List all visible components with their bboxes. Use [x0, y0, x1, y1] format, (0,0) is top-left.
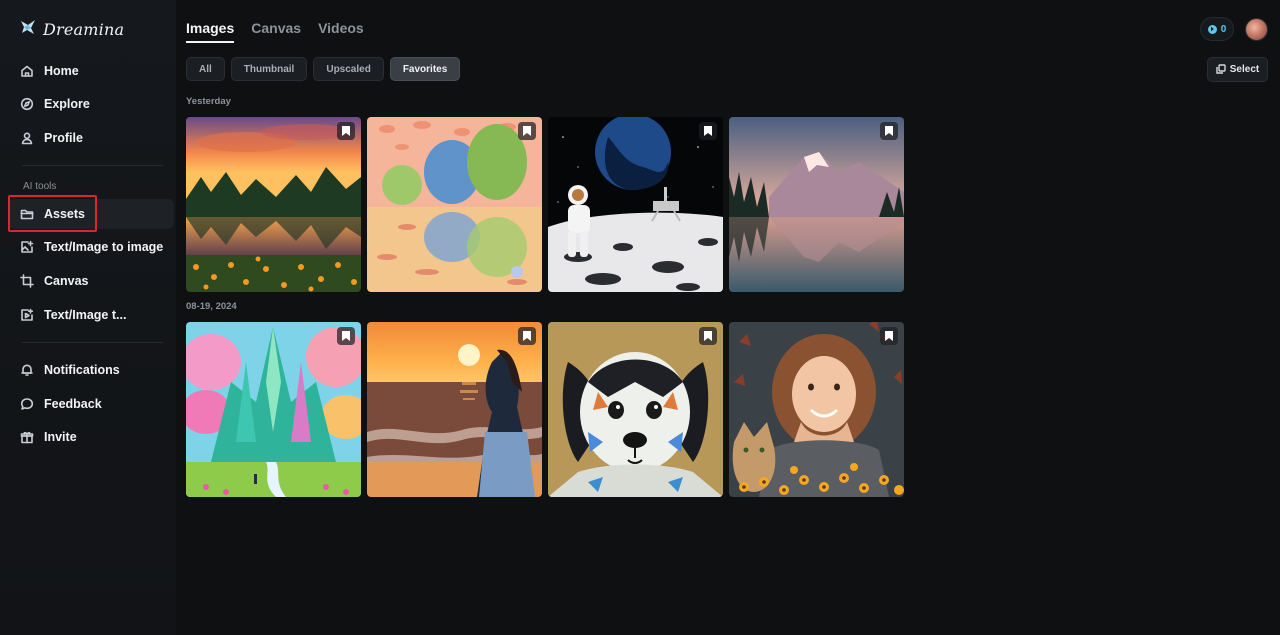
sidebar-divider — [22, 342, 163, 343]
filter-bar: All Thumbnail Upscaled Favorites — [186, 57, 461, 81]
group-label-yesterday: Yesterday — [186, 96, 231, 107]
content-tabs: Images Canvas Videos — [186, 20, 364, 43]
image-card-woman-beach[interactable] — [367, 322, 542, 497]
sidebar-item-label: Home — [44, 64, 79, 78]
sidebar-item-invite[interactable]: Invite — [8, 422, 174, 452]
sidebar-item-text-image-to-video[interactable]: Text/Image t... — [8, 300, 174, 330]
credits-badge[interactable]: 0 — [1200, 17, 1234, 41]
bookmark-icon[interactable] — [518, 327, 536, 345]
bookmark-icon[interactable] — [880, 327, 898, 345]
bookmark-icon[interactable] — [337, 327, 355, 345]
sidebar-item-label: Invite — [44, 430, 77, 444]
filter-thumbnail[interactable]: Thumbnail — [230, 57, 308, 81]
image-plus-icon — [20, 240, 34, 254]
filter-upscaled[interactable]: Upscaled — [313, 57, 384, 81]
image-card-sunset-lake[interactable] — [186, 117, 361, 292]
mountain-lake-image — [729, 117, 904, 292]
credit-coin-icon — [1207, 24, 1217, 34]
brand-logo[interactable]: Dreamina — [19, 18, 124, 40]
image-card-girl-with-cat[interactable] — [729, 322, 904, 497]
user-icon — [20, 131, 34, 145]
tab-canvas[interactable]: Canvas — [251, 20, 301, 43]
dreamina-logo-icon — [19, 18, 37, 41]
sidebar-item-profile[interactable]: Profile — [8, 123, 174, 153]
sidebar-item-label: Feedback — [44, 397, 102, 411]
crop-icon — [20, 274, 34, 288]
compass-icon — [20, 97, 34, 111]
ai-tools-label: AI tools — [23, 181, 57, 192]
sidebar-item-label: Explore — [44, 97, 90, 111]
select-button[interactable]: Select — [1207, 57, 1268, 82]
image-card-rainbow-castle[interactable] — [186, 322, 361, 497]
avatar[interactable] — [1245, 18, 1268, 41]
astronaut-moon-image — [548, 117, 723, 292]
rainbow-castle-image — [186, 322, 361, 497]
video-plus-icon — [20, 308, 34, 322]
filter-all[interactable]: All — [186, 57, 225, 81]
sidebar-item-home[interactable]: Home — [8, 56, 174, 86]
chat-icon — [20, 397, 34, 411]
bookmark-icon[interactable] — [699, 122, 717, 140]
image-card-colorful-puppy[interactable] — [548, 322, 723, 497]
woman-sunset-beach-image — [367, 322, 542, 497]
image-grid-yesterday — [186, 117, 904, 292]
bookmark-icon[interactable] — [699, 327, 717, 345]
sidebar-divider — [22, 165, 163, 166]
filter-favorites[interactable]: Favorites — [389, 57, 461, 81]
bookmark-icon[interactable] — [518, 122, 536, 140]
credits-count: 0 — [1220, 23, 1227, 35]
sidebar-item-canvas[interactable]: Canvas — [8, 266, 174, 296]
sidebar-item-assets[interactable]: Assets — [8, 199, 174, 229]
home-icon — [20, 64, 34, 78]
bookmark-icon[interactable] — [880, 122, 898, 140]
sidebar: Dreamina Home Explore Profile AI tools A… — [0, 0, 176, 635]
folder-icon — [20, 207, 34, 221]
sidebar-item-label: Assets — [44, 207, 85, 221]
sidebar-item-text-image-to-image[interactable]: Text/Image to image — [8, 232, 174, 262]
colorful-puppy-image — [548, 322, 723, 497]
sidebar-item-label: Notifications — [44, 363, 120, 377]
bell-icon — [20, 363, 34, 377]
sidebar-item-label: Text/Image t... — [44, 308, 127, 322]
image-card-mountain-lake[interactable] — [729, 117, 904, 292]
brand-name: Dreamina — [43, 19, 125, 39]
girl-with-cat-image — [729, 322, 904, 497]
image-card-astronaut-moon[interactable] — [548, 117, 723, 292]
group-label-date: 08-19, 2024 — [186, 301, 237, 312]
gift-icon — [20, 430, 34, 444]
sidebar-item-explore[interactable]: Explore — [8, 89, 174, 119]
image-grid-date — [186, 322, 904, 497]
image-card-impressionist-pond[interactable] — [367, 117, 542, 292]
impressionist-pond-image — [367, 117, 542, 292]
tab-images[interactable]: Images — [186, 20, 235, 43]
select-stack-icon — [1216, 61, 1226, 79]
tab-videos[interactable]: Videos — [318, 20, 364, 43]
sidebar-item-label: Profile — [44, 131, 83, 145]
sidebar-item-feedback[interactable]: Feedback — [8, 389, 174, 419]
sidebar-item-label: Text/Image to image — [44, 240, 164, 254]
sidebar-item-label: Canvas — [44, 274, 89, 288]
sidebar-item-notifications[interactable]: Notifications — [8, 355, 174, 385]
bookmark-icon[interactable] — [337, 122, 355, 140]
sunset-lake-image — [186, 117, 361, 292]
